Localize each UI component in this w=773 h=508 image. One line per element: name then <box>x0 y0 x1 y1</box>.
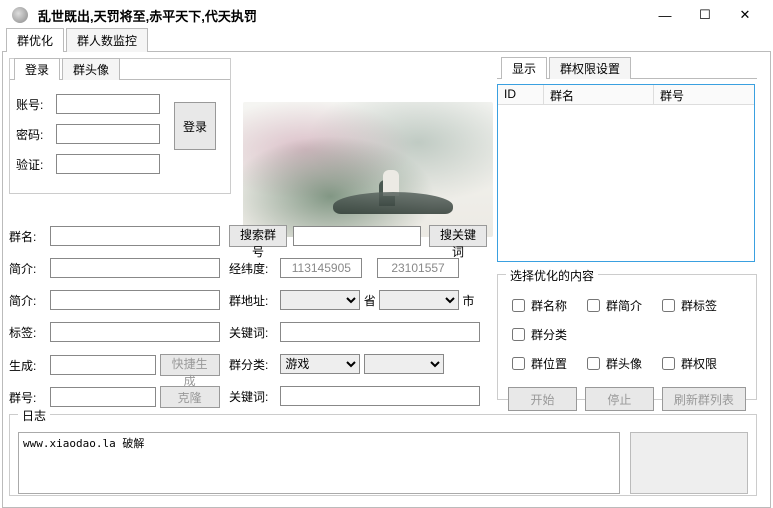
search-keyword-button[interactable]: 搜关键词 <box>429 225 487 247</box>
login-group: 登录 群头像 账号: 密码: 验证: 登录 <box>9 58 231 194</box>
addr-label: 群地址: <box>229 292 277 309</box>
coord-lng-input[interactable] <box>280 258 362 278</box>
tab-login[interactable]: 登录 <box>14 58 60 80</box>
city-label: 市 <box>462 292 474 309</box>
province-label: 省 <box>364 292 376 309</box>
coord-label: 经纬度: <box>229 260 277 277</box>
optimize-options-group: 选择优化的内容 群名称 群简介 群标签 群分类 群位置 群头像 群权限 开始 停… <box>497 274 757 400</box>
log-textarea[interactable]: www.xiaodao.la 破解 <box>18 432 620 494</box>
titlebar: 乱世既出,天罚将至,赤平天下,代天执罚 — ☐ ✕ <box>0 0 773 30</box>
ck-category[interactable]: 群分类 <box>508 325 567 344</box>
groupname-label: 群名: <box>9 228 47 245</box>
refresh-button[interactable]: 刷新群列表 <box>662 387 746 411</box>
cat1-select[interactable]: 游戏 <box>280 354 360 374</box>
keyword2-input[interactable] <box>280 386 480 406</box>
maximize-button[interactable]: ☐ <box>685 2 725 28</box>
coord-lat-input[interactable] <box>377 258 459 278</box>
intro-input[interactable] <box>50 258 220 278</box>
decorative-image <box>243 102 493 237</box>
table-header: ID 群名 群号 <box>498 85 754 105</box>
table-body[interactable] <box>498 105 754 261</box>
close-button[interactable]: ✕ <box>725 2 765 28</box>
keyword-label: 关键词: <box>229 324 277 341</box>
city-select[interactable] <box>379 290 459 310</box>
keyword2-label: 关键词: <box>229 388 277 405</box>
ck-avatar[interactable]: 群头像 <box>583 354 642 373</box>
optimize-options-title: 选择优化的内容 <box>506 267 598 284</box>
account-label: 账号: <box>16 96 56 113</box>
col-id[interactable]: ID <box>498 85 544 104</box>
col-num[interactable]: 群号 <box>654 85 754 104</box>
tab-group-monitor[interactable]: 群人数监控 <box>66 28 148 52</box>
password-input[interactable] <box>56 124 160 144</box>
groupname-input[interactable] <box>50 226 220 246</box>
intro2-label: 简介: <box>9 292 47 309</box>
ck-location[interactable]: 群位置 <box>508 354 567 373</box>
main-content: 登录 群头像 账号: 密码: 验证: 登录 <box>2 52 771 508</box>
log-preview-box <box>630 432 748 494</box>
ck-tag[interactable]: 群标签 <box>658 296 717 315</box>
start-button[interactable]: 开始 <box>508 387 577 411</box>
tag-input[interactable] <box>50 322 220 342</box>
tag-label: 标签: <box>9 324 47 341</box>
window-title: 乱世既出,天罚将至,赤平天下,代天执罚 <box>38 6 257 25</box>
log-title: 日志 <box>18 407 50 424</box>
app-icon <box>12 7 28 23</box>
ck-groupname[interactable]: 群名称 <box>508 296 567 315</box>
gen-label: 生成: <box>9 357 47 374</box>
intro-label: 简介: <box>9 260 47 277</box>
verify-input[interactable] <box>56 154 160 174</box>
log-group: 日志 www.xiaodao.la 破解 <box>9 414 757 496</box>
tab-display[interactable]: 显示 <box>501 57 547 79</box>
search-gid-button[interactable]: 搜索群号 <box>229 225 287 247</box>
cat-label: 群分类: <box>229 356 277 373</box>
gid-label: 群号: <box>9 389 47 406</box>
stop-button[interactable]: 停止 <box>585 387 654 411</box>
account-input[interactable] <box>56 94 160 114</box>
tab-group-optimize[interactable]: 群优化 <box>6 28 64 52</box>
intro2-input[interactable] <box>50 290 220 310</box>
ck-intro[interactable]: 群简介 <box>583 296 642 315</box>
login-button[interactable]: 登录 <box>174 102 216 150</box>
right-table-group: 显示 群权限设置 ID 群名 群号 <box>497 58 757 264</box>
verify-label: 验证: <box>16 156 56 173</box>
gid-input[interactable] <box>50 387 156 407</box>
province-select[interactable] <box>280 290 360 310</box>
tab-permissions[interactable]: 群权限设置 <box>549 57 631 79</box>
col-name[interactable]: 群名 <box>544 85 654 104</box>
cat2-select[interactable] <box>364 354 444 374</box>
keyword-main-input[interactable] <box>293 226 421 246</box>
keyword-input[interactable] <box>280 322 480 342</box>
group-table[interactable]: ID 群名 群号 <box>497 84 755 262</box>
minimize-button[interactable]: — <box>645 2 685 28</box>
main-tabstrip: 群优化 群人数监控 <box>2 30 771 52</box>
gen-input[interactable] <box>50 355 156 375</box>
clone-button[interactable]: 克隆 <box>160 386 220 408</box>
quickgen-button[interactable]: 快捷生成 <box>160 354 220 376</box>
password-label: 密码: <box>16 126 56 143</box>
ck-permission[interactable]: 群权限 <box>658 354 717 373</box>
tab-group-avatar[interactable]: 群头像 <box>62 58 120 80</box>
